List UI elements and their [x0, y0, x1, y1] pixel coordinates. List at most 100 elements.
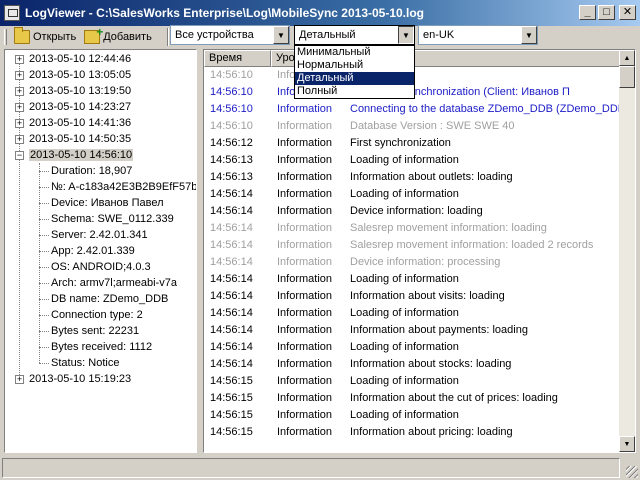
app-icon[interactable]	[4, 5, 20, 21]
tree-item-detail[interactable]: Server: 2.42.01.341	[51, 227, 148, 243]
table-row[interactable]: 14:56:14 Information Device information: l…	[204, 203, 620, 220]
session-tree[interactable]: +2013-05-10 12:44:46 +2013-05-10 13:05:05…	[4, 49, 197, 453]
tree-item-detail[interactable]: OS: ANDROID;4.0.3	[51, 259, 151, 275]
folder-open-icon	[14, 27, 30, 44]
table-row[interactable]: 14:56:14 Information Loading of informatio…	[204, 339, 620, 356]
tree-item-detail[interactable]: №: A-c183a42E3B2B9EfF57b0	[51, 179, 196, 195]
table-row[interactable]: 14:56:10 Information Connecting to the dat…	[204, 101, 620, 118]
cell-time: 14:56:14	[210, 307, 253, 319]
table-row[interactable]: 14:56:14 Information Information about vis…	[204, 288, 620, 305]
chevron-down-icon[interactable]: ▼	[273, 26, 289, 44]
tree-item-label: 2013-05-10 13:05:05	[29, 69, 132, 81]
table-row[interactable]: 14:56:13 Information Information about out…	[204, 169, 620, 186]
expand-icon[interactable]: +	[15, 87, 24, 96]
table-row[interactable]: 14:56:14 Information Loading of informatio…	[204, 271, 620, 288]
resize-grip-icon[interactable]	[626, 466, 638, 478]
cell-msg: Salesrep movement information: loading	[350, 222, 547, 234]
table-row[interactable]: 14:56:13 Information Loading of informatio…	[204, 152, 620, 169]
tree-item-detail[interactable]: Bytes sent: 22231	[51, 323, 139, 339]
cell-level: Information	[277, 137, 333, 149]
expand-icon[interactable]: +	[15, 119, 24, 128]
expand-icon[interactable]: +	[15, 55, 24, 64]
scroll-thumb[interactable]	[619, 66, 635, 88]
toolbar-grip[interactable]	[4, 29, 7, 45]
tree-item-detail[interactable]: DB name: ZDemo_DDB	[51, 291, 168, 307]
table-row[interactable]: 14:56:15 Information Loading of informatio…	[204, 373, 620, 390]
tree-connector	[39, 187, 49, 188]
cell-level: Information	[277, 120, 333, 132]
table-row[interactable]: 14:56:14 Information Salesrep movement inf…	[204, 220, 620, 237]
table-row[interactable]: 14:56:12 Information First synchronization	[204, 135, 620, 152]
tree-item-label: 2013-05-10 15:19:23	[29, 373, 132, 385]
tree-item-detail[interactable]: Connection type: 2	[51, 307, 143, 323]
table-row[interactable]: 14:56:15 Information Information about the…	[204, 390, 620, 407]
tree-item-session[interactable]: 2013-05-10 14:50:35	[29, 131, 131, 147]
table-row[interactable]: 14:56:14 Information Loading of informatio…	[204, 186, 620, 203]
device-select-value: Все устройства	[175, 29, 254, 41]
table-row[interactable]: 14:56:14 Information Salesrep movement inf…	[204, 237, 620, 254]
cell-level: Information	[277, 256, 333, 268]
cell-msg: Connecting to the database ZDemo_DDB (ZD…	[350, 103, 620, 115]
cell-msg: Loading of information	[350, 375, 459, 387]
minimize-button[interactable]: _	[579, 5, 596, 20]
tree-item-detail[interactable]: Schema: SWE_0112.339	[51, 211, 174, 227]
collapse-icon[interactable]: −	[15, 151, 24, 160]
tree-item-session[interactable]: 2013-05-10 14:56:10	[29, 147, 134, 163]
scroll-down-icon[interactable]: ▼	[619, 436, 635, 452]
locale-select[interactable]: en-UK ▼	[418, 25, 538, 45]
expand-icon[interactable]: +	[15, 375, 24, 384]
tree-item-session[interactable]: 2013-05-10 13:19:50	[29, 83, 131, 99]
dropdown-option[interactable]: Нормальный	[295, 59, 414, 72]
tree-item-detail[interactable]: Arch: armv7l;armeabi-v7a	[51, 275, 177, 291]
tree-connector	[39, 363, 49, 364]
cell-time: 14:56:10	[210, 86, 253, 98]
tree-connector	[39, 299, 49, 300]
open-button[interactable]: Открыть	[11, 27, 79, 47]
table-row[interactable]: 14:56:15 Information Information about pri…	[204, 424, 620, 441]
cell-level: Information	[277, 239, 333, 251]
tree-item-session[interactable]: 2013-05-10 13:05:05	[29, 67, 131, 83]
table-row[interactable]: 14:56:14 Information Device information: p…	[204, 254, 620, 271]
level-select[interactable]: Детальный ▼	[294, 25, 415, 45]
tree-item-session[interactable]: 2013-05-10 12:44:46	[29, 51, 131, 67]
cell-level: Information	[277, 426, 333, 438]
table-row[interactable]: 14:56:14 Information Information about sto…	[204, 356, 620, 373]
expand-icon[interactable]: +	[15, 135, 24, 144]
tree-item-session[interactable]: 2013-05-10 14:23:27	[29, 99, 131, 115]
maximize-button[interactable]: □	[598, 5, 615, 20]
table-row[interactable]: 14:56:10 Information Database Version : SW…	[204, 118, 620, 135]
chevron-down-icon[interactable]: ▼	[398, 26, 414, 44]
table-row[interactable]: 14:56:14 Information Loading of informatio…	[204, 305, 620, 322]
cell-level: Information	[277, 409, 333, 421]
cell-level: Information	[277, 358, 333, 370]
tree-item-detail[interactable]: Device: Иванов Павел	[51, 195, 164, 211]
table-row[interactable]: 14:56:14 Information Information about pay…	[204, 322, 620, 339]
cell-msg: Salesrep movement information: loaded 2 …	[350, 239, 594, 251]
cell-msg: Information about stocks: loading	[350, 358, 512, 370]
tree-item-session[interactable]: 2013-05-10 15:19:23	[29, 371, 131, 387]
chevron-down-icon[interactable]: ▼	[521, 26, 537, 44]
dropdown-option[interactable]: Детальный	[295, 72, 414, 85]
add-button[interactable]: Добавить	[81, 25, 155, 47]
expand-icon[interactable]: +	[15, 103, 24, 112]
tree-item-detail[interactable]: Bytes received: 1112	[51, 339, 152, 355]
cell-msg: Loading of information	[350, 409, 459, 421]
tree-item-session[interactable]: 2013-05-10 14:41:36	[29, 115, 131, 131]
vertical-scrollbar[interactable]: ▲ ▼	[619, 50, 635, 452]
cell-msg: Loading of information	[350, 307, 459, 319]
log-list[interactable]: Время Уро 14:56:10Inforevel: 114:56:10In…	[203, 49, 636, 453]
status-panel	[2, 458, 620, 478]
tree-item-detail[interactable]: Status: Notice	[51, 355, 119, 371]
tree-item-detail[interactable]: Duration: 18,907	[51, 163, 132, 179]
close-button[interactable]: ✕	[619, 5, 636, 20]
column-header-time[interactable]: Время	[204, 50, 271, 67]
tree-item-detail[interactable]: App: 2.42.01.339	[51, 243, 135, 259]
dropdown-option[interactable]: Минимальный	[295, 46, 414, 59]
scroll-up-icon[interactable]: ▲	[619, 50, 635, 66]
device-select[interactable]: Все устройства ▼	[170, 25, 290, 45]
table-row[interactable]: 14:56:15 Information Loading of informatio…	[204, 407, 620, 424]
expand-icon[interactable]: +	[15, 71, 24, 80]
cell-msg: Information about the cut of prices: loa…	[350, 392, 558, 404]
dropdown-option[interactable]: Полный	[295, 85, 414, 98]
cell-time: 14:56:13	[210, 171, 253, 183]
